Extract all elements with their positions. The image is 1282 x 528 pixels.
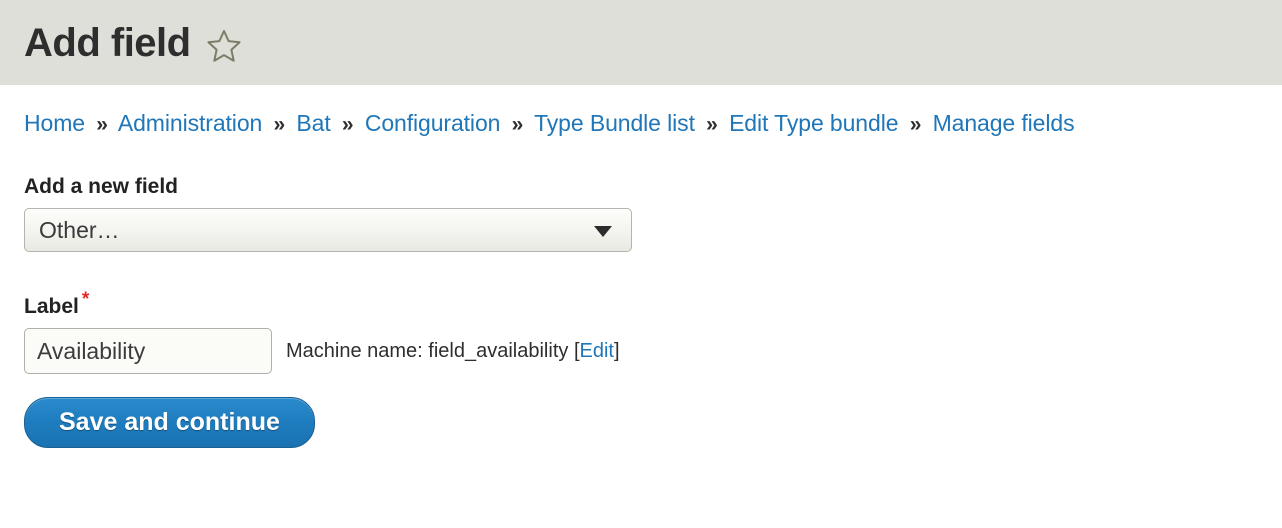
label-field-label: Label *	[24, 290, 1258, 319]
breadcrumb-item-edit-type-bundle[interactable]: Edit Type bundle	[729, 110, 898, 136]
machine-name-edit-link[interactable]: Edit	[580, 340, 614, 362]
breadcrumb-separator: »	[341, 113, 354, 136]
page-title: Add field	[24, 20, 191, 65]
machine-name-close-bracket: ]	[613, 339, 620, 362]
label-field-group: Label* Machine name: field_availability …	[24, 290, 1258, 374]
label-input[interactable]	[24, 328, 272, 374]
machine-name-value: Machine name: field_availability	[286, 339, 569, 362]
add-new-field-group: Add a new field Other…	[24, 175, 1258, 257]
label-field-row: Machine name: field_availability [Edit]	[24, 328, 1258, 374]
add-new-field-select-wrapper: Other…	[24, 208, 632, 252]
page-header: Add field	[0, 0, 1282, 85]
breadcrumb-item-home[interactable]: Home	[24, 110, 85, 136]
machine-name-text: Machine name: field_availability [Edit]	[286, 340, 620, 363]
breadcrumb-separator: »	[96, 113, 108, 136]
breadcrumb-item-configuration[interactable]: Configuration	[365, 110, 501, 136]
breadcrumb-separator: »	[273, 113, 286, 136]
breadcrumb-item-manage-fields[interactable]: Manage fields	[933, 110, 1075, 136]
breadcrumb-separator: »	[511, 113, 524, 136]
breadcrumb-item-administration[interactable]: Administration	[118, 110, 262, 136]
breadcrumb-separator: »	[909, 113, 922, 136]
add-new-field-label: Add a new field	[24, 175, 179, 198]
breadcrumb: Home » Administration » Bat » Configurat…	[24, 85, 1258, 137]
breadcrumb-separator: »	[706, 113, 718, 136]
add-new-field-select[interactable]: Other…	[24, 208, 632, 252]
breadcrumb-item-type-bundle-list[interactable]: Type Bundle list	[534, 110, 695, 136]
breadcrumb-item-bat[interactable]: Bat	[296, 110, 330, 136]
main-content: Home » Administration » Bat » Configurat…	[0, 85, 1282, 449]
required-asterisk: *	[81, 289, 90, 310]
star-outline-icon[interactable]	[205, 28, 243, 65]
label-field-label-text: Label	[24, 295, 79, 318]
save-and-continue-button[interactable]: Save and continue	[24, 397, 315, 449]
